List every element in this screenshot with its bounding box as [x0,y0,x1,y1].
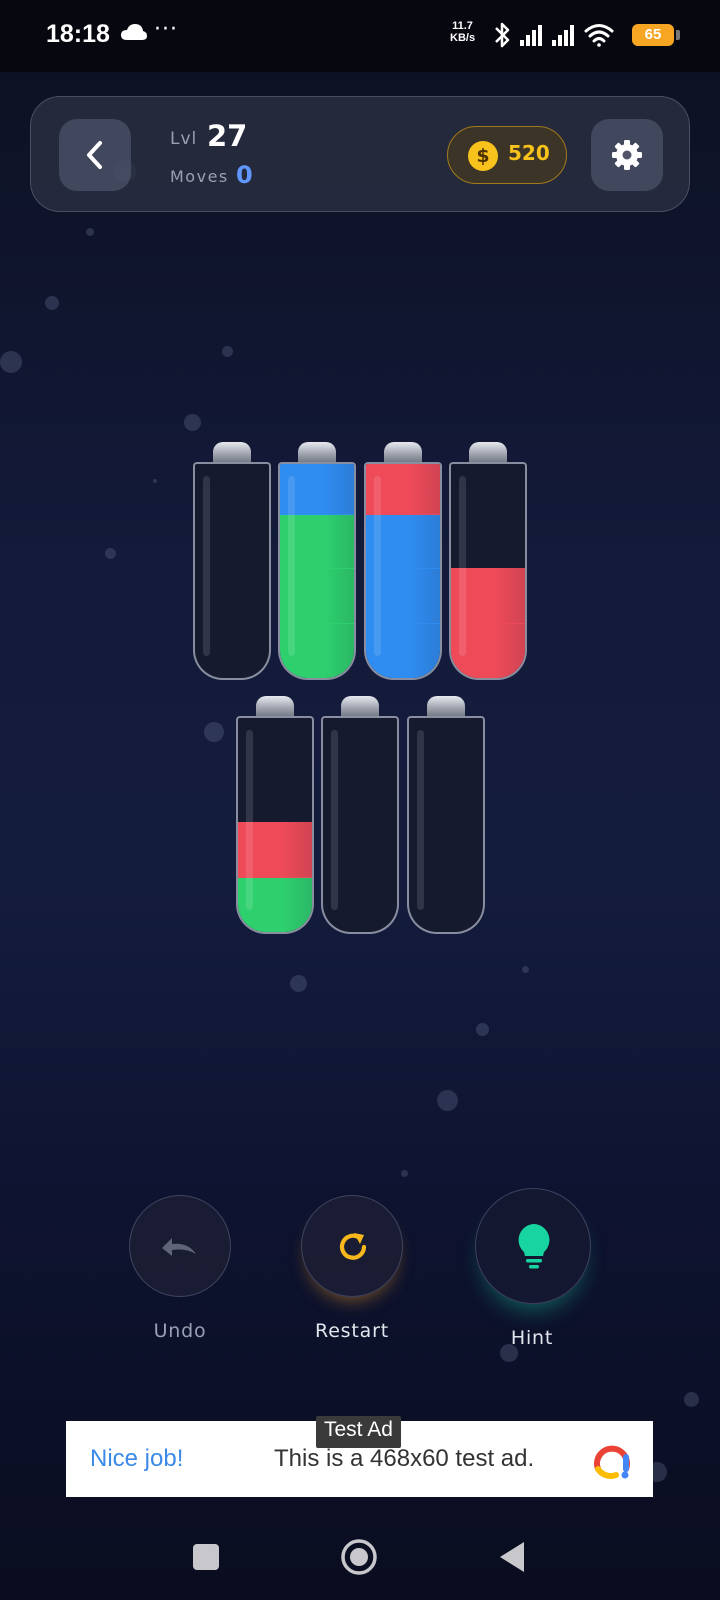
ad-headline[interactable]: Nice job! [90,1445,183,1473]
background-bubble [86,228,94,236]
level-value: 27 [207,119,248,153]
background-bubble [222,346,233,357]
restart-icon [339,1233,367,1260]
tube[interactable] [278,442,356,680]
undo-label: Undo [153,1320,207,1342]
tube[interactable] [321,696,399,934]
signal-icon [552,25,574,46]
hint-label: Hint [510,1327,554,1349]
tube-cap [384,442,422,464]
coin-value: 520 [508,141,550,165]
background-bubble [204,722,224,742]
background-bubble [522,966,529,973]
back-button[interactable] [59,119,131,191]
lightbulb-icon [518,1224,550,1269]
background-bubble [684,1392,699,1407]
tube[interactable] [193,442,271,680]
glass-shine [374,476,381,656]
tube-cap [213,442,251,464]
restart-action[interactable]: Restart [292,1192,412,1352]
more-notifications-icon: ··· [154,17,178,42]
tube[interactable] [236,696,314,934]
glass-shine [417,730,424,910]
top-bar: Lvl 27 Moves 0 $ 520 [30,96,690,212]
ad-body[interactable]: This is a 468x60 test ad. [274,1445,534,1473]
battery-icon: 65 [632,24,680,46]
tube-glass [321,716,399,934]
glass-shine [288,476,295,656]
home-icon [341,1539,377,1575]
undo-action[interactable]: Undo [120,1192,240,1352]
restart-button[interactable] [301,1195,403,1297]
glass-shine [246,730,253,910]
undo-button[interactable] [129,1195,231,1297]
status-icons [495,22,614,48]
restart-label: Restart [315,1320,389,1342]
status-time: 18:18 [46,20,110,48]
glass-shine [331,730,338,910]
tube[interactable] [449,442,527,680]
gear-icon [612,140,642,170]
background-bubble [437,1090,458,1111]
ad-logo-icon [594,1445,630,1479]
hint-button[interactable] [475,1188,591,1304]
navigation-bar [0,1512,720,1600]
moves-label: Moves [170,167,229,186]
background-bubble [105,548,116,559]
glass-shine [203,476,210,656]
bluetooth-icon [495,22,510,48]
tube-cap [256,696,294,718]
moves-value: 0 [236,161,253,189]
background-bubble [0,351,22,373]
coin-icon: $ [468,141,498,171]
tube-cap [341,696,379,718]
tube-cap [427,696,465,718]
tube-cap [298,442,336,464]
settings-button[interactable] [591,119,663,191]
tube-glass [278,462,356,680]
background-bubble [476,1023,489,1036]
background-bubble [184,414,201,431]
cloud-icon [121,24,147,40]
background-bubble [290,975,307,992]
background-bubble [45,296,59,310]
recents-icon [193,1544,219,1570]
tube[interactable] [407,696,485,934]
level-label: Lvl [170,129,198,149]
tube-cap [469,442,507,464]
glass-shine [459,476,466,656]
chevron-left-icon [87,141,102,169]
background-bubble [401,1170,408,1177]
undo-icon [162,1238,196,1256]
background-bubble [153,479,157,483]
hint-action[interactable]: Hint [470,1185,594,1355]
wifi-icon [584,24,614,47]
tube-glass [236,716,314,934]
network-speed: 11.7 KB/s [450,20,476,44]
tube-glass [193,462,271,680]
tube-glass [407,716,485,934]
back-icon [500,1542,524,1572]
tube-glass [449,462,527,680]
ad-tag: Test Ad [316,1416,401,1448]
tube[interactable] [364,442,442,680]
status-bar: 18:18 ··· 11.7 KB/s 65 [0,0,720,72]
tube-glass [364,462,442,680]
coin-counter[interactable]: $ 520 [447,126,567,184]
signal-icon [520,25,542,46]
